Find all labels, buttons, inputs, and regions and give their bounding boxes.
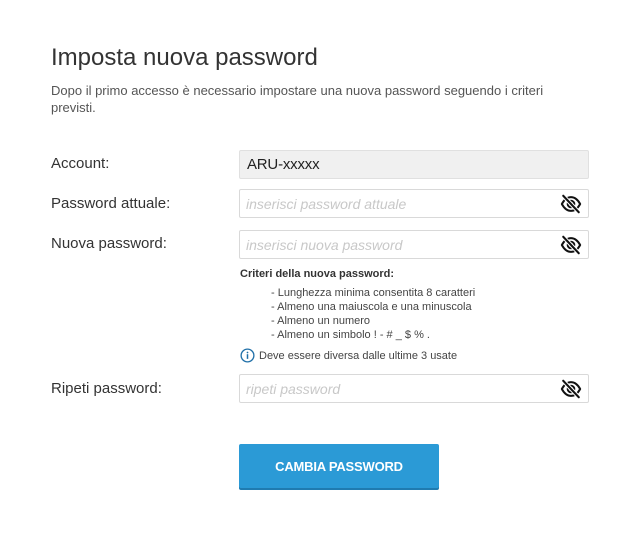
criteria-title: Criteri della nuova password: (240, 268, 395, 280)
repeat-password-field (239, 374, 589, 403)
account-value: ARU-xxxxx (247, 156, 320, 173)
new-password-input[interactable] (240, 231, 550, 258)
current-password-field (239, 189, 589, 218)
eye-slash-icon[interactable] (560, 234, 582, 256)
password-criteria: Criteri della nuova password: - Lunghezz… (240, 268, 590, 342)
change-password-page: Imposta nuova password Dopo il primo acc… (0, 0, 640, 540)
new-password-label: Nuova password: (51, 235, 167, 252)
criteria-item: - Lunghezza minima consentita 8 caratter… (271, 287, 476, 299)
criteria-list: - Lunghezza minima consentita 8 caratter… (240, 286, 590, 342)
page-title: Imposta nuova password (51, 44, 318, 71)
account-field: ARU-xxxxx (239, 150, 589, 179)
current-password-label: Password attuale: (51, 195, 171, 212)
password-history-note: Deve essere diversa dalle ultime 3 usate (240, 348, 457, 363)
account-label: Account: (51, 155, 110, 172)
repeat-password-label: Ripeti password: (51, 380, 162, 397)
criteria-item: - Almeno un numero (271, 315, 371, 327)
repeat-password-input[interactable] (240, 375, 550, 402)
eye-slash-icon[interactable] (560, 193, 582, 215)
criteria-item: - Almeno un simbolo ! - # _ $ % . (271, 329, 430, 341)
change-password-button[interactable]: CAMBIA PASSWORD (239, 444, 439, 488)
note-text: Deve essere diversa dalle ultime 3 usate (259, 349, 458, 362)
new-password-field (239, 230, 589, 259)
info-circle-icon (240, 348, 255, 363)
criteria-item: - Almeno una maiuscola e una minuscola (271, 301, 472, 313)
page-subtitle: Dopo il primo accesso è necessario impos… (51, 83, 544, 115)
eye-slash-icon[interactable] (560, 378, 582, 400)
current-password-input[interactable] (240, 190, 550, 217)
